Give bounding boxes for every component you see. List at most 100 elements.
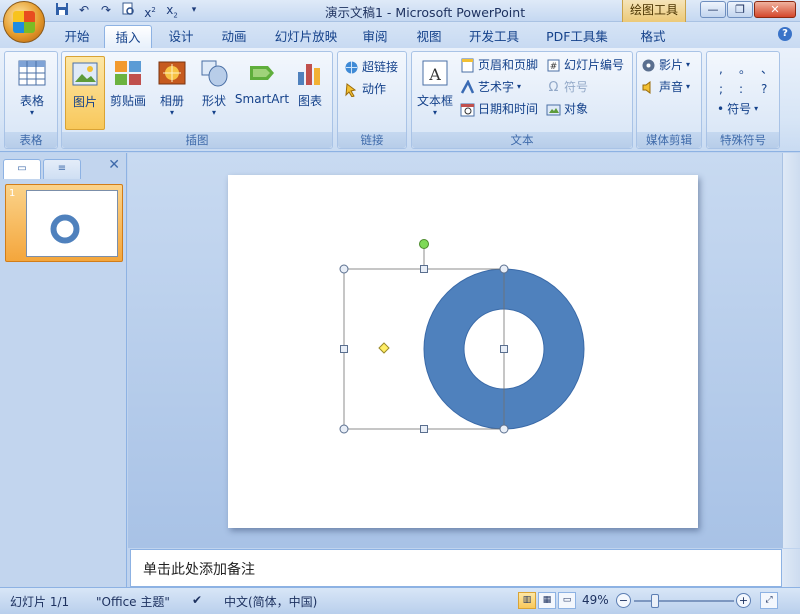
symbol-label: 符号 <box>564 80 589 94</box>
custom-icon-1[interactable]: x2 <box>142 2 158 20</box>
language-indicator[interactable]: 中文(简体，中国) <box>224 593 317 610</box>
chart-button[interactable]: 图表 <box>290 56 330 130</box>
notes-placeholder: 单击此处添加备注 <box>143 562 255 578</box>
pane-close-icon[interactable]: ✕ <box>108 157 120 173</box>
tab-review[interactable]: 审阅 <box>358 25 392 48</box>
table-button[interactable]: 表格 ▾ <box>10 56 54 130</box>
symbol-enum-comma[interactable]: 、 <box>761 60 773 78</box>
help-icon[interactable]: ? <box>778 27 792 41</box>
resize-handle-s[interactable] <box>420 425 428 433</box>
quick-access-toolbar: ↶ ↷ x2 x2 ▾ <box>54 2 202 20</box>
picture-button[interactable]: 图片 <box>65 56 105 130</box>
special-symbol-button[interactable]: • 符号 ▾ <box>717 100 758 118</box>
close-button[interactable]: ✕ <box>754 1 796 18</box>
tab-slides[interactable]: ▭ <box>3 159 41 179</box>
notes-scrollbar[interactable] <box>782 549 800 587</box>
svg-text:#: # <box>550 62 558 72</box>
undo-icon[interactable]: ↶ <box>76 2 92 18</box>
picture-icon <box>70 59 100 89</box>
action-label: 动作 <box>362 82 387 96</box>
rotation-handle[interactable] <box>419 239 429 249</box>
notes-pane[interactable]: 单击此处添加备注 <box>130 549 782 587</box>
zoom-slider-thumb[interactable] <box>651 594 659 608</box>
shapes-button[interactable]: 形状 ▾ <box>194 56 234 130</box>
slideshow-view-button[interactable]: ▭ <box>558 592 576 609</box>
print-preview-icon[interactable] <box>120 2 136 18</box>
action-button[interactable]: 动作 <box>344 80 386 98</box>
zoom-in-button[interactable]: + <box>736 593 751 608</box>
fit-to-window-button[interactable]: ⤢ <box>760 592 778 609</box>
clipart-button[interactable]: 剪贴画 <box>106 56 150 130</box>
tab-animations[interactable]: 动画 <box>216 25 252 48</box>
group-special-symbols-label: 特殊符号 <box>707 132 779 148</box>
resize-handle-n[interactable] <box>420 265 428 273</box>
slide-canvas[interactable] <box>228 175 698 528</box>
slide-editing-area <box>128 153 782 548</box>
textbox-button[interactable]: A 文本框 ▾ <box>415 56 455 130</box>
movie-dropdown-icon: ▾ <box>686 60 691 69</box>
resize-handle-se[interactable] <box>499 424 509 434</box>
textbox-label: 文本框 <box>416 94 453 108</box>
redo-icon[interactable]: ↷ <box>98 2 114 18</box>
tab-slideshow[interactable]: 幻灯片放映 <box>272 25 340 48</box>
smartart-button[interactable]: SmartArt <box>234 56 290 130</box>
hyperlink-button[interactable]: 超链接 <box>344 58 398 76</box>
vertical-scrollbar[interactable] <box>782 153 800 548</box>
symbol-period[interactable]: 。 <box>739 60 751 78</box>
tab-pdf-tools[interactable]: PDF工具集 <box>544 25 610 48</box>
movie-button[interactable]: 影片 ▾ <box>641 56 690 74</box>
svg-text:A: A <box>428 65 441 84</box>
tab-design[interactable]: 设计 <box>164 25 198 48</box>
symbol-semicolon[interactable]: ; <box>719 80 723 98</box>
custom-icon-2[interactable]: x2 <box>164 2 180 19</box>
album-button[interactable]: 相册 ▾ <box>152 56 192 130</box>
slide-sorter-button[interactable]: ▦ <box>538 592 556 609</box>
symbol-question[interactable]: ? <box>761 80 767 98</box>
object-button[interactable]: 对象 <box>546 100 588 118</box>
sound-button[interactable]: 声音 ▾ <box>641 78 690 96</box>
customize-arrow-icon[interactable]: ▾ <box>186 2 202 18</box>
symbol-button[interactable]: Ω 符号 <box>546 78 588 96</box>
sound-dropdown-icon: ▾ <box>686 82 691 91</box>
tab-insert[interactable]: 插入 <box>104 25 152 48</box>
tab-format[interactable]: 格式 <box>636 25 670 48</box>
header-footer-button[interactable]: 页眉和页脚 <box>460 56 538 74</box>
bullet-icon: • <box>717 102 725 116</box>
slide-number-button[interactable]: # 幻灯片编号 <box>546 56 624 74</box>
restore-button[interactable]: ❐ <box>727 1 753 18</box>
office-button[interactable] <box>3 1 45 43</box>
save-icon[interactable] <box>54 2 70 18</box>
object-icon <box>546 102 561 117</box>
adjustment-handle[interactable] <box>378 342 390 354</box>
group-text-label: 文本 <box>412 132 632 148</box>
plus-icon: + <box>738 594 749 607</box>
normal-view-button[interactable]: ▥ <box>518 592 536 609</box>
resize-handle-w[interactable] <box>340 345 348 353</box>
zoom-slider-track[interactable] <box>634 600 734 602</box>
slide-thumbnail[interactable]: 1 <box>5 184 123 262</box>
slide-number-icon: # <box>546 58 561 73</box>
hyperlink-label: 超链接 <box>362 60 399 74</box>
resize-handle-ne[interactable] <box>499 264 509 274</box>
symbol-colon[interactable]: : <box>739 80 743 98</box>
zoom-level[interactable]: 49% <box>582 593 609 607</box>
resize-handle-nw[interactable] <box>339 264 349 274</box>
tab-view[interactable]: 视图 <box>412 25 446 48</box>
object-label: 对象 <box>564 102 589 116</box>
slideshow-icon: ▭ <box>562 595 572 605</box>
datetime-button[interactable]: 日期和时间 <box>460 100 538 118</box>
wordart-button[interactable]: 艺术字 ▾ <box>460 78 521 96</box>
spellcheck-icon[interactable]: ✔ <box>192 593 202 607</box>
tab-developer[interactable]: 开发工具 <box>466 25 522 48</box>
tab-outline[interactable]: ≡ <box>43 159 81 179</box>
symbol-comma[interactable]: , <box>719 60 723 78</box>
minimize-button[interactable]: — <box>700 1 726 18</box>
tab-home[interactable]: 开始 <box>60 25 94 48</box>
table-icon <box>17 58 47 88</box>
zoom-out-button[interactable]: − <box>616 593 631 608</box>
group-special-symbols: , 。 、 ; : ? • 符号 ▾ 特殊符号 <box>706 51 780 149</box>
resize-handle-e[interactable] <box>500 345 508 353</box>
drawing-tools-context-tab[interactable]: 绘图工具 <box>622 0 686 22</box>
resize-handle-sw[interactable] <box>339 424 349 434</box>
photo-album-icon <box>157 58 187 88</box>
